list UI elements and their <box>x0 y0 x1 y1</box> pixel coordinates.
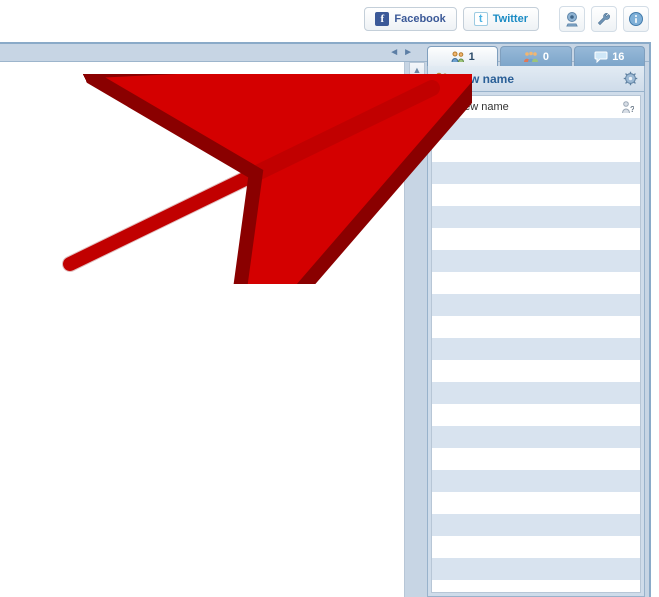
tab-groups[interactable]: 0 <box>500 46 571 66</box>
tab-scroll-left[interactable]: ◄ <box>389 44 399 62</box>
list-item[interactable]: new name? <box>432 96 640 118</box>
list-item <box>432 360 640 382</box>
twitter-label: Twitter <box>493 13 528 25</box>
list-item <box>432 558 640 580</box>
info-icon <box>628 11 644 27</box>
chat-bubble-icon <box>594 51 608 63</box>
facebook-button[interactable]: f Facebook <box>364 7 456 31</box>
main-content <box>0 62 405 597</box>
svg-text:?: ? <box>630 105 634 114</box>
scroll-down-button[interactable]: ▼ <box>409 94 425 110</box>
people-group-icon <box>523 51 539 63</box>
tab-scroll-right[interactable]: ► <box>403 44 413 62</box>
tab-groups-count: 0 <box>543 51 549 63</box>
list-item <box>432 536 640 558</box>
webcam-button[interactable] <box>559 6 585 32</box>
people-duo-icon <box>434 72 450 86</box>
list-item <box>432 118 640 140</box>
twitter-button[interactable]: t Twitter <box>463 7 539 31</box>
list-item <box>432 448 640 470</box>
list-item <box>432 426 640 448</box>
twitter-icon: t <box>474 12 488 26</box>
list-item <box>432 316 640 338</box>
content-scrollbar[interactable]: ▲ ▼ <box>409 62 425 110</box>
list-item <box>432 228 640 250</box>
tab-chat-count: 16 <box>612 51 624 63</box>
list-item <box>432 250 640 272</box>
wrench-icon <box>596 11 612 27</box>
list-item <box>432 140 640 162</box>
refresh-icon <box>412 81 422 91</box>
list-item <box>432 470 640 492</box>
info-button[interactable] <box>623 6 649 32</box>
contacts-list: new name? <box>431 95 641 593</box>
facebook-label: Facebook <box>394 13 445 25</box>
tab-people[interactable]: 1 <box>427 46 498 66</box>
list-item <box>432 382 640 404</box>
tab-people-count: 1 <box>469 51 475 63</box>
list-item <box>432 272 640 294</box>
panel-title: new name <box>456 72 617 86</box>
scroll-up-button[interactable]: ▲ <box>409 62 425 79</box>
list-item <box>432 404 640 426</box>
contact-name: new name <box>458 101 509 113</box>
list-item <box>432 294 640 316</box>
list-item <box>432 580 640 593</box>
person-icon <box>438 100 452 114</box>
status-unknown-icon: ? <box>620 100 634 114</box>
scroll-thumb[interactable] <box>409 79 425 95</box>
list-item <box>432 162 640 184</box>
gear-icon[interactable] <box>623 71 638 86</box>
settings-button[interactable] <box>591 6 617 32</box>
list-item <box>432 492 640 514</box>
list-item <box>432 206 640 228</box>
people-duo-icon <box>451 51 465 63</box>
list-item <box>432 338 640 360</box>
webcam-icon <box>564 11 580 27</box>
list-item <box>432 184 640 206</box>
tab-chat[interactable]: 16 <box>574 46 645 66</box>
list-item <box>432 514 640 536</box>
facebook-icon: f <box>375 12 389 26</box>
